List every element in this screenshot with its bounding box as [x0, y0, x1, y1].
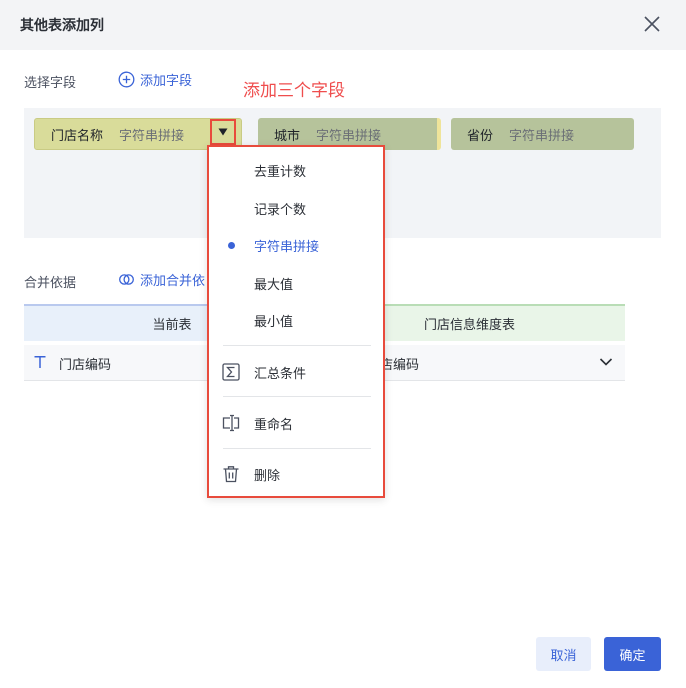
field-chip-province[interactable]: 省份 字符串拼接 — [451, 118, 634, 150]
select-fields-label: 选择字段 — [24, 76, 77, 91]
left-field-value: 门店编码 — [59, 358, 112, 373]
dialog-title: 其他表添加列 — [20, 18, 104, 34]
menu-item-label: 字符串拼接 — [254, 239, 320, 255]
aggregation-menu: 去重计数 记录个数 字符串拼接 最大值 最小值 汇总条件 重命名 删除 — [207, 145, 385, 498]
chevron-down-icon[interactable] — [599, 357, 613, 367]
menu-divider — [223, 448, 371, 449]
menu-item-label: 删除 — [254, 468, 281, 484]
menu-item-string-concat[interactable]: 字符串拼接 — [209, 230, 383, 260]
selected-dot-icon — [228, 241, 235, 249]
chip-field-name: 门店名称 — [51, 128, 104, 144]
menu-divider — [223, 345, 371, 346]
menu-item-label: 重命名 — [254, 417, 294, 433]
chip-aggregation: 字符串拼接 — [119, 128, 185, 144]
rename-icon — [222, 414, 240, 432]
chip-aggregation: 字符串拼接 — [316, 128, 382, 144]
menu-divider — [223, 396, 371, 397]
menu-item-label: 去重计数 — [254, 164, 307, 180]
target-table-header-label: 门店信息维度表 — [424, 318, 516, 333]
add-merge-button[interactable]: 添加合并依 — [118, 270, 205, 289]
chip-field-name: 省份 — [467, 128, 494, 144]
right-field-value[interactable]: 店编码 — [380, 354, 419, 373]
chip-field-name: 城市 — [274, 128, 301, 144]
menu-item-label: 最小值 — [254, 314, 294, 330]
menu-item-distinct-count[interactable]: 去重计数 — [209, 155, 383, 185]
menu-item-label: 最大值 — [254, 277, 294, 293]
chip-aggregation: 字符串拼接 — [509, 128, 575, 144]
menu-item-max[interactable]: 最大值 — [209, 268, 383, 298]
add-merge-label: 添加合并依 — [140, 274, 206, 289]
sigma-icon — [222, 363, 240, 381]
menu-item-delete[interactable]: 删除 — [209, 459, 383, 489]
menu-item-label: 汇总条件 — [254, 366, 307, 382]
text-type-icon — [34, 356, 46, 368]
menu-item-min[interactable]: 最小值 — [209, 305, 383, 335]
merge-basis-label: 合并依据 — [24, 276, 77, 291]
menu-item-record-count[interactable]: 记录个数 — [209, 193, 383, 223]
dialog-header: 其他表添加列 — [0, 0, 686, 50]
add-field-button[interactable]: 添加字段 — [118, 70, 192, 89]
plus-circle-icon — [118, 71, 135, 88]
menu-item-summary-condition[interactable]: 汇总条件 — [209, 357, 383, 387]
confirm-button[interactable]: 确定 — [604, 637, 661, 671]
add-field-label: 添加字段 — [140, 74, 193, 89]
close-icon[interactable] — [641, 13, 663, 35]
caret-down-icon — [218, 128, 228, 136]
link-icon — [119, 274, 134, 285]
menu-item-rename[interactable]: 重命名 — [209, 408, 383, 438]
cancel-button[interactable]: 取消 — [536, 637, 591, 671]
chip-dropdown-button[interactable] — [210, 119, 236, 145]
annotation-text: 添加三个字段 — [243, 81, 345, 101]
menu-item-label: 记录个数 — [254, 202, 307, 218]
trash-icon — [223, 466, 239, 483]
